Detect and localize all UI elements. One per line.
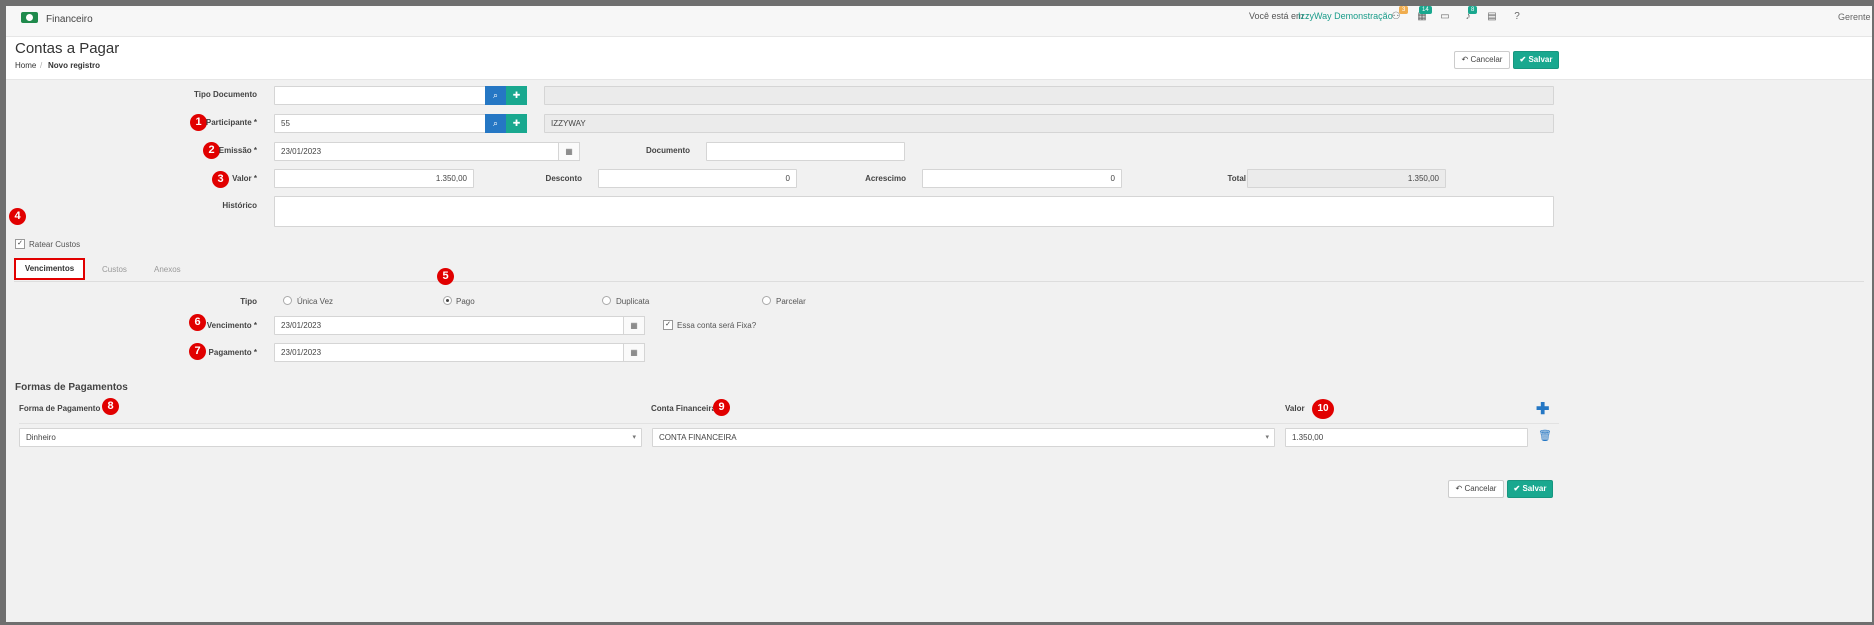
- marker-8: 8: [102, 398, 119, 415]
- search-icon[interactable]: ⌕: [485, 114, 506, 133]
- vencimento-label: Vencimento *: [206, 321, 257, 330]
- total-input: 1.350,00: [1247, 169, 1446, 188]
- radio-label: Única Vez: [297, 297, 334, 306]
- cancel-button-bottom[interactable]: ↶ Cancelar: [1448, 480, 1504, 498]
- historico-textarea[interactable]: [274, 196, 1554, 227]
- historico-label: Histórico: [222, 201, 257, 210]
- radio-parcelar[interactable]: [762, 296, 771, 305]
- breadcrumb-home[interactable]: Home: [15, 61, 36, 70]
- breadcrumb-current: Novo registro: [48, 61, 101, 70]
- participante-input[interactable]: 55: [274, 114, 486, 133]
- tipo-documento-label: Tipo Documento: [194, 90, 257, 99]
- ratear-custos-checkbox[interactable]: ✓: [15, 239, 25, 249]
- radio-pago[interactable]: [443, 296, 452, 305]
- add-icon[interactable]: ✚: [506, 86, 527, 105]
- col-valor-header: Valor: [1285, 404, 1305, 413]
- tab-custos[interactable]: Custos: [102, 265, 127, 274]
- documento-input[interactable]: [706, 142, 905, 161]
- forma-pagamento-select[interactable]: Dinheiro ▾: [19, 428, 642, 447]
- radio-unica-vez[interactable]: [283, 296, 292, 305]
- notification-badge: 8: [1468, 6, 1478, 14]
- desconto-input[interactable]: 0: [598, 169, 797, 188]
- breadcrumb-separator: /: [40, 61, 43, 70]
- pagamento-label: Pagamento *: [208, 348, 257, 357]
- table-divider: [19, 423, 1559, 424]
- marker-4: 4: [9, 208, 26, 225]
- cancel-button-top[interactable]: ↶ Cancelar: [1454, 51, 1510, 69]
- radio-label: Parcelar: [776, 297, 806, 306]
- valor-label: Valor *: [232, 174, 257, 183]
- emissao-label: Emissão *: [218, 146, 257, 155]
- save-button-top[interactable]: ✔ Salvar: [1513, 51, 1559, 69]
- col-forma-header: Forma de Pagamento: [19, 404, 101, 413]
- chevron-down-icon: ▾: [1265, 434, 1269, 441]
- valor-input[interactable]: 1.350,00: [274, 169, 474, 188]
- logo-icon: [21, 12, 38, 23]
- help-icon[interactable]: ?: [1511, 11, 1523, 23]
- page-header: Contas a Pagar Home / Novo registro: [6, 37, 1872, 80]
- ratear-custos-label: Ratear Custos: [29, 240, 81, 249]
- desconto-label: Desconto: [545, 174, 582, 183]
- conta-fixa-label: Essa conta será Fixa?: [677, 321, 757, 330]
- participante-description: IZZYWAY: [544, 114, 1554, 133]
- tab-divider: [14, 281, 1864, 282]
- save-button-bottom[interactable]: ✔ Salvar: [1507, 480, 1553, 498]
- tipo-documento-description: [544, 86, 1554, 105]
- calendar-icon[interactable]: ▦: [558, 142, 580, 161]
- marker-5: 5: [437, 268, 454, 285]
- marker-9: 9: [713, 399, 730, 416]
- marker-10: 10: [1312, 399, 1334, 419]
- acrescimo-label: Acrescimo: [865, 174, 906, 183]
- pagamento-input[interactable]: 23/01/2023: [274, 343, 624, 362]
- notification-badge: 14: [1419, 6, 1432, 14]
- chevron-down-icon: ▾: [632, 434, 636, 441]
- radio-label: Pago: [456, 297, 475, 306]
- calendar-icon[interactable]: ▦: [623, 343, 645, 362]
- col-conta-header: Conta Financeira: [651, 404, 716, 413]
- app-window: Financeiro Você está em : IzzyWay Demons…: [6, 6, 1872, 622]
- calendar-icon[interactable]: ▦: [623, 316, 645, 335]
- user-menu[interactable]: Gerente: [1838, 12, 1871, 22]
- top-bar: Financeiro Você está em : IzzyWay Demons…: [6, 6, 1872, 37]
- calendar-icon[interactable]: ▤: [1486, 11, 1498, 23]
- acrescimo-input[interactable]: 0: [922, 169, 1122, 188]
- total-label: Total: [1227, 174, 1246, 183]
- add-icon[interactable]: ✚: [506, 114, 527, 133]
- tipo-label: Tipo: [240, 297, 257, 306]
- add-payment-icon[interactable]: ✚: [1536, 399, 1549, 419]
- tipo-documento-input[interactable]: [274, 86, 486, 105]
- valor-pagamento-input[interactable]: 1.350,00: [1285, 428, 1528, 447]
- formas-title: Formas de Pagamentos: [15, 382, 128, 393]
- trash-icon[interactable]: 🗑: [1538, 429, 1552, 442]
- conta-financeira-select[interactable]: CONTA FINANCEIRA ▾: [652, 428, 1275, 447]
- notification-badge: 3: [1399, 6, 1409, 14]
- search-icon[interactable]: ⌕: [485, 86, 506, 105]
- app-name: Financeiro: [46, 14, 93, 25]
- vencimento-input[interactable]: 23/01/2023: [274, 316, 624, 335]
- company-link[interactable]: IzzyWay Demonstração: [1298, 11, 1393, 21]
- radio-duplicata[interactable]: [602, 296, 611, 305]
- card-icon[interactable]: ▭: [1439, 11, 1451, 23]
- page-title: Contas a Pagar: [15, 40, 120, 57]
- tab-anexos[interactable]: Anexos: [154, 265, 181, 274]
- conta-fixa-checkbox[interactable]: ✓: [663, 320, 673, 330]
- participante-label: Participante *: [205, 118, 257, 127]
- radio-label: Duplicata: [616, 297, 650, 306]
- tab-vencimentos[interactable]: Vencimentos: [14, 258, 85, 280]
- documento-label: Documento: [646, 146, 690, 155]
- emissao-input[interactable]: 23/01/2023: [274, 142, 559, 161]
